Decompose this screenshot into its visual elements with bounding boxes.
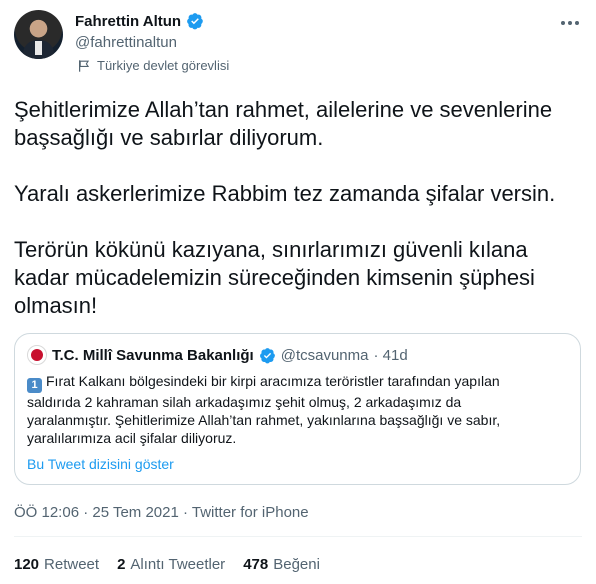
- quoted-verified-badge-icon: [259, 347, 275, 363]
- number-one-emoji: 1: [27, 378, 42, 393]
- show-thread-link[interactable]: Bu Tweet dizisini göster: [27, 456, 174, 472]
- tweet-timestamp[interactable]: ÖÖ 12:06 · 25 Tem 2021 · Twitter for iPh…: [14, 504, 309, 521]
- author-name[interactable]: Fahrettin Altun: [75, 13, 181, 30]
- quote-tweets-stat[interactable]: 2 Alıntı Tweetler: [117, 556, 225, 573]
- likes-stat[interactable]: 478 Beğeni: [243, 556, 320, 573]
- flag-icon: [79, 59, 90, 72]
- retweets-count: 120: [14, 556, 40, 573]
- avatar-shirt: [35, 41, 42, 55]
- tweet-header: Fahrettin Altun @fahrettinaltun Türkiye …: [14, 10, 582, 80]
- tweet-text: Şehitlerimize Allah’tan rahmet, aileleri…: [14, 96, 582, 348]
- quoted-tweet-header: T.C. Millî Savunma Bakanlığı @tcsavunma …: [27, 345, 408, 365]
- avatar[interactable]: [14, 10, 63, 59]
- likes-label: Beğeni: [273, 556, 320, 573]
- tweet-paragraph-1: Şehitlerimize Allah’tan rahmet, aileleri…: [14, 97, 553, 150]
- author-handle[interactable]: @fahrettinaltun: [75, 34, 177, 51]
- quote-tweets-label: Alıntı Tweetler: [130, 556, 226, 573]
- quoted-tweet-age[interactable]: · 41d: [373, 347, 407, 364]
- quoted-avatar[interactable]: [27, 345, 47, 365]
- quoted-tweet-card[interactable]: T.C. Millî Savunma Bakanlığı @tcsavunma …: [14, 333, 581, 485]
- likes-count: 478: [243, 556, 269, 573]
- quoted-author-handle[interactable]: @tcsavunma: [281, 347, 369, 364]
- author-name-row: Fahrettin Altun: [75, 12, 204, 30]
- tweet-paragraph-2: Yaralı askerlerimize Rabbim tez zamanda …: [14, 181, 556, 206]
- quoted-tweet-body: Fırat Kalkanı bölgesindeki bir kirpi ara…: [27, 373, 501, 446]
- divider: [14, 536, 582, 537]
- more-options-icon[interactable]: [560, 16, 580, 30]
- retweets-stat[interactable]: 120 Retweet: [14, 556, 99, 573]
- quoted-author-name[interactable]: T.C. Millî Savunma Bakanlığı: [52, 347, 254, 364]
- retweets-label: Retweet: [44, 556, 100, 573]
- verified-badge-icon: [187, 13, 203, 30]
- quoted-tweet-text: 1 Fırat Kalkanı bölgesindeki bir kirpi ar…: [27, 372, 572, 447]
- engagement-stats: 120 Retweet 2 Alıntı Tweetler 478 Beğeni: [14, 556, 320, 573]
- tweet-paragraph-3: Terörün kökünü kazıyana, sınırlarımızı g…: [14, 237, 535, 318]
- quote-tweets-count: 2: [117, 556, 126, 573]
- government-label-text: Türkiye devlet görevlisi: [97, 58, 230, 73]
- government-label[interactable]: Türkiye devlet görevlisi: [77, 58, 229, 73]
